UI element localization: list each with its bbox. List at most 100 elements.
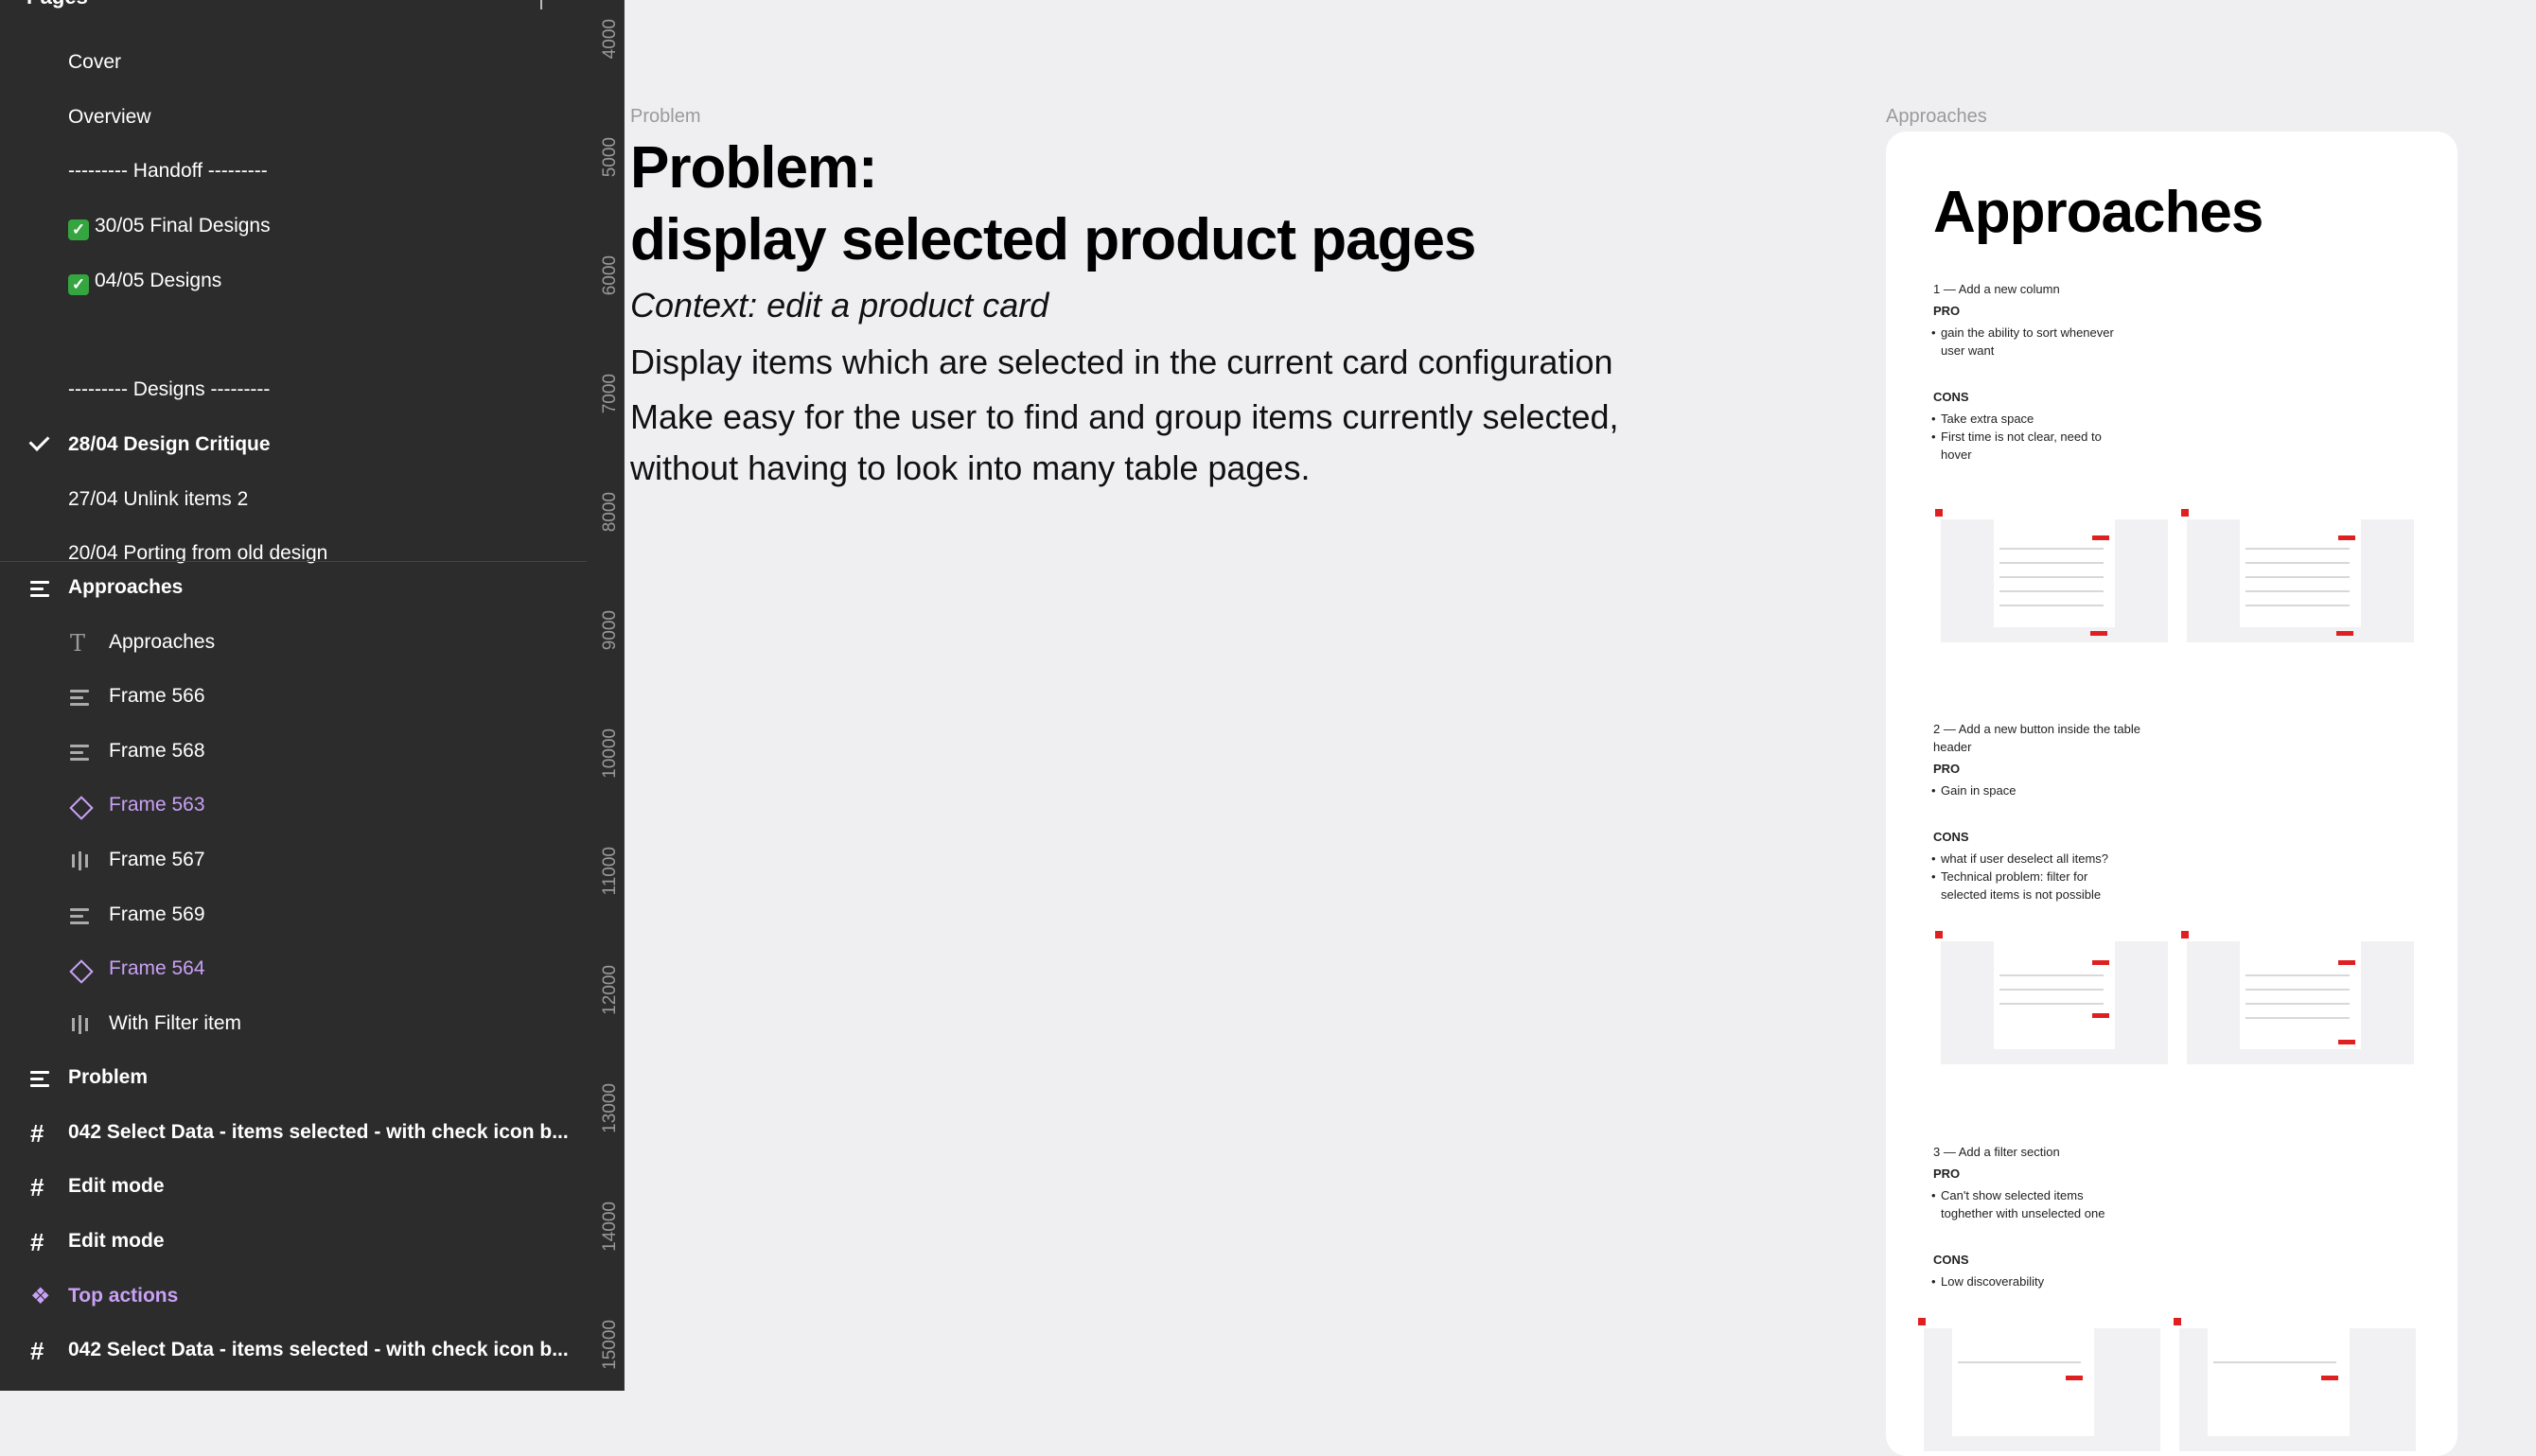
layers-sidebar: Pages Cover Overview --------- Handoff -… [0,0,587,1391]
instance-icon [69,796,94,820]
layer-label: With Filter item [109,1012,242,1034]
layer-frame-564[interactable]: Frame 564 [0,943,587,996]
ruler-tick: 10000 [600,728,620,779]
frame-icon: # [30,1228,44,1256]
approach-2-pro-item: Gain in space [1931,781,2016,799]
layer-frame-568[interactable]: Frame 568 [0,726,587,779]
ruler-tick: 15000 [600,1320,620,1370]
auto-layout-icon [30,579,51,598]
layer-approaches[interactable]: Approaches [0,562,587,615]
layer-label: Edit mode [68,1230,165,1252]
frame-icon: # [30,1173,44,1202]
auto-layout-icon [70,743,91,762]
page-item-overview[interactable]: Overview [0,93,587,144]
layer-approaches-text[interactable]: T Approaches [0,617,587,670]
layer-frame-567[interactable]: Frame 567 [0,834,587,887]
page-item-handoff-separator[interactable]: --------- Handoff --------- [0,147,587,198]
add-page-icon[interactable] [530,0,553,9]
ruler-tick: 8000 [600,492,620,533]
layer-problem[interactable]: Problem [0,1052,587,1105]
layer-label: Edit mode [68,1175,165,1197]
problem-frame-label[interactable]: Problem [630,106,700,128]
layer-label: Frame 563 [109,794,205,816]
frame-icon: # [30,1337,44,1365]
approach-2-cons-label: CONS [1933,830,1969,844]
page-label: --------- Handoff --------- [68,160,268,182]
problem-description-2[interactable]: Make easy for the user to find and group… [630,392,1619,494]
approach-2-cons-item: what if user deselect all items? [1931,850,2108,868]
approaches-frame[interactable]: Approaches 1 — Add a new column PRO gain… [1886,132,2457,1456]
layer-label: Top actions [68,1285,179,1307]
layer-label: Frame 564 [109,957,205,979]
layer-label: Frame 569 [109,903,205,925]
approach-3-pro-item-cont: toghether with unselected one [1941,1206,2105,1220]
approach-1-cons-item-cont: hover [1941,447,1972,462]
page-item-designs-0405[interactable]: ✓ 04/05 Designs [0,256,587,307]
approach-2-cons-item: Technical problem: filter for [1931,868,2087,886]
layer-select-data-frame-2[interactable]: # 042 Select Data - items selected - wit… [0,1324,587,1377]
current-page-check-icon [28,430,50,451]
approach-2-heading-cont: header [1933,740,1972,754]
layer-frame-566[interactable]: Frame 566 [0,671,587,724]
ruler-tick: 5000 [600,137,620,178]
layer-label: Approaches [68,576,184,598]
approach-1-mockup-b [2181,509,2414,642]
pages-header: Pages [26,0,88,9]
page-item-cover[interactable]: Cover [0,38,587,89]
approach-1-cons-item: First time is not clear, need to [1931,428,2102,446]
problem-title-line: Problem: [630,135,878,201]
page-item-unlink-items[interactable]: 27/04 Unlink items 2 [0,475,587,526]
layer-label: Frame 566 [109,685,205,707]
approach-1-pro-item: gain the ability to sort whenever [1931,324,2114,342]
problem-title-line: display selected product pages [630,207,1476,272]
ruler-tick: 13000 [600,1083,620,1133]
approach-1-heading: 1 — Add a new column [1933,282,2060,296]
page-item-final-designs[interactable]: ✓ 30/05 Final Designs [0,202,587,253]
check-mark-emoji-icon: ✓ [68,219,89,240]
approach-3-pro-label: PRO [1933,1167,1961,1181]
approach-1-pro-label: PRO [1933,304,1961,318]
description-line: Make easy for the user to find and group… [630,397,1619,436]
page-label: --------- Designs --------- [68,378,271,400]
layer-select-data-frame[interactable]: # 042 Select Data - items selected - wit… [0,1107,587,1160]
layer-label: 042 Select Data - items selected - with … [68,1339,569,1360]
layer-label: Problem [68,1066,149,1088]
check-mark-emoji-icon: ✓ [68,274,89,295]
approach-3-mockup-b [2174,1318,2416,1451]
ruler-tick: 9000 [600,610,620,651]
approach-2-pro-label: PRO [1933,762,1961,776]
approach-2-mockup-b [2181,931,2414,1064]
problem-title[interactable]: Problem: display selected product pages [630,132,1476,276]
page-item-design-critique[interactable]: 28/04 Design Critique [0,420,587,471]
layer-top-actions[interactable]: ❖ Top actions [0,1271,587,1324]
page-label: Cover [68,51,122,73]
component-icon: ❖ [30,1284,51,1309]
approaches-title: Approaches [1933,180,2263,245]
approach-3-mockup-a [1918,1318,2160,1451]
problem-description[interactable]: Display items which are selected in the … [630,337,1613,388]
ruler-tick: 11000 [600,847,620,896]
approach-3-pro-item: Can't show selected items [1931,1186,2084,1204]
problem-context[interactable]: Context: edit a product card [630,286,1048,325]
page-label: 27/04 Unlink items 2 [68,488,249,510]
text-icon: T [70,630,86,657]
page-item-designs-separator[interactable]: --------- Designs --------- [0,365,587,416]
layer-label: 042 Select Data - items selected - with … [68,1121,569,1143]
approach-1-mockup-a [1935,509,2168,642]
layer-frame-569[interactable]: Frame 569 [0,889,587,942]
ruler-tick: 7000 [600,374,620,414]
approach-2-cons-item-cont: selected items is not possible [1941,887,2102,902]
vertical-ruler[interactable]: 4000 5000 6000 7000 8000 9000 10000 1100… [587,0,625,1391]
columns-icon [70,851,91,870]
approaches-frame-label[interactable]: Approaches [1886,106,1987,128]
approach-1-cons-item: Take extra space [1931,410,2034,428]
layer-with-filter-item[interactable]: With Filter item [0,998,587,1051]
approach-3-cons-item: Low discoverability [1931,1272,2044,1290]
instance-icon [69,959,94,984]
layer-edit-mode[interactable]: # Edit mode [0,1161,587,1214]
layer-edit-mode-2[interactable]: # Edit mode [0,1216,587,1269]
page-label: 04/05 Designs [95,270,222,291]
ruler-tick: 6000 [600,255,620,296]
ruler-tick: 12000 [600,965,620,1015]
layer-frame-563[interactable]: Frame 563 [0,780,587,833]
